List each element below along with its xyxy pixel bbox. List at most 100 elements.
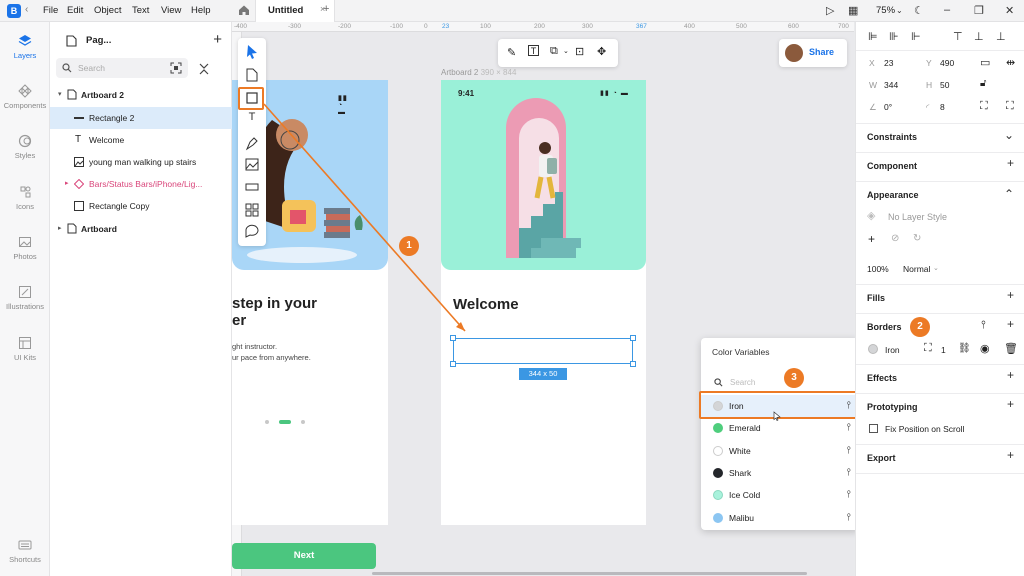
y-field[interactable]: 490	[940, 58, 954, 68]
rail-layers[interactable]: Layers	[0, 34, 50, 60]
border-width-field[interactable]: 1	[941, 345, 946, 355]
constraints-header[interactable]: Constraints	[867, 132, 917, 142]
horizontal-scrollbar[interactable]	[372, 572, 807, 575]
refresh-style-icon[interactable]: ↻	[913, 233, 921, 244]
rotation-field[interactable]: 0°	[884, 102, 892, 112]
expand-chevron-icon[interactable]: ▾	[58, 90, 62, 98]
home-icon[interactable]	[238, 4, 250, 16]
link-icon[interactable]: ⛓︎	[958, 343, 971, 354]
back-chevron-icon[interactable]: ‹	[25, 4, 28, 15]
page-selector[interactable]: Pag... +	[58, 30, 224, 52]
opacity-field[interactable]: 100%	[867, 264, 889, 274]
rail-icons[interactable]: Icons	[0, 185, 50, 211]
menu-text[interactable]: Text	[132, 5, 149, 16]
color-var-ice-cold[interactable]: Ice Cold ⫯	[701, 484, 859, 506]
fix-position-checkbox[interactable]	[869, 424, 878, 433]
adjust-icon[interactable]: ⫯	[847, 467, 851, 478]
add-style-icon[interactable]: +	[868, 232, 875, 246]
color-var-shark[interactable]: Shark ⫯	[701, 462, 859, 484]
add-export-icon[interactable]: +	[1007, 448, 1014, 462]
component-header[interactable]: Component	[867, 161, 917, 171]
lock-ratio-icon[interactable]: 🔓︎	[980, 78, 986, 89]
fills-header[interactable]: Fills	[867, 293, 885, 303]
zoom-level[interactable]: 75%	[876, 5, 895, 16]
layer-row[interactable]: T Welcome	[50, 129, 232, 151]
export-header[interactable]: Export	[867, 453, 896, 463]
collapse-all-icon[interactable]	[198, 63, 210, 75]
adjust-icon[interactable]: ⫯	[847, 422, 851, 433]
border-color-name[interactable]: Iron	[885, 345, 900, 355]
align-bottom-icon[interactable]: ⊥	[996, 30, 1006, 43]
resize-content-icon[interactable]: ▭	[980, 56, 990, 69]
rail-illustrations[interactable]: Illustrations	[0, 285, 50, 311]
rail-shortcuts[interactable]: Shortcuts	[0, 538, 50, 564]
adjust-icon[interactable]: ⫯	[847, 512, 851, 523]
rail-photos[interactable]: Photos	[0, 235, 50, 261]
add-effect-icon[interactable]: +	[1007, 368, 1014, 382]
border-color-swatch[interactable]	[868, 344, 878, 354]
effects-header[interactable]: Effects	[867, 373, 897, 383]
blend-chevron-icon[interactable]: ⌄	[933, 264, 939, 272]
align-top-icon[interactable]: ⊤	[953, 30, 963, 43]
chevron-up-icon[interactable]: ⌃	[1004, 187, 1014, 201]
color-var-malibu[interactable]: Malibu ⫯	[701, 507, 859, 529]
corners-icon[interactable]: ⛶	[980, 100, 988, 113]
color-var-white[interactable]: White ⫯	[701, 440, 859, 462]
minimize-icon[interactable]: –	[944, 4, 950, 16]
layer-search-field[interactable]: Search	[56, 58, 188, 78]
add-fill-icon[interactable]: +	[1007, 288, 1014, 302]
adjust-icon[interactable]: ⫯	[847, 489, 851, 500]
rail-ui-kits[interactable]: UI Kits	[0, 336, 50, 362]
trash-icon[interactable]: 🗑︎	[1004, 342, 1018, 355]
zoom-chevron-icon[interactable]: ⌄	[896, 6, 903, 15]
play-icon[interactable]: ▷	[826, 4, 834, 17]
border-position-icon[interactable]: ⛶	[924, 342, 932, 355]
borders-header[interactable]: Borders	[867, 322, 902, 332]
expand-chevron-icon[interactable]: ▸	[58, 224, 62, 232]
layer-row[interactable]: ▸ Bars/Status Bars/iPhone/Lig...	[50, 173, 232, 195]
layer-row[interactable]: ▸ Artboard	[50, 218, 232, 240]
close-window-icon[interactable]: ✕	[1005, 4, 1014, 17]
visibility-eye-icon[interactable]: ◉	[980, 342, 990, 355]
adjust-icon[interactable]: ⫯	[847, 445, 851, 456]
add-page-icon[interactable]: +	[213, 31, 222, 48]
menu-help[interactable]: Help	[191, 5, 211, 16]
w-field[interactable]: 344	[884, 80, 898, 90]
prototyping-header[interactable]: Prototyping	[867, 402, 918, 412]
flip-icon[interactable]: ⇹	[1006, 56, 1015, 69]
new-tab-icon[interactable]: +	[323, 3, 329, 15]
border-settings-icon[interactable]: ⫯	[981, 319, 986, 332]
scan-icon[interactable]	[170, 62, 182, 74]
expand-chevron-icon[interactable]: ▸	[65, 179, 69, 187]
layer-style-select[interactable]: ◈ No Layer Style	[867, 209, 967, 225]
dark-mode-icon[interactable]: ☾	[914, 4, 924, 17]
blend-mode-select[interactable]: Normal	[903, 264, 930, 274]
add-border-icon[interactable]: +	[1007, 317, 1014, 331]
x-field[interactable]: 23	[884, 58, 893, 68]
app-logo-icon[interactable]: B	[7, 4, 21, 18]
align-right-icon[interactable]: ⊩	[911, 30, 921, 43]
smooth-corners-icon[interactable]: ⛶	[1006, 100, 1014, 113]
add-icon[interactable]: +	[1007, 156, 1014, 170]
grid-view-icon[interactable]: ▦	[848, 4, 858, 17]
color-search-field[interactable]: Search	[712, 374, 848, 392]
layer-row-selected[interactable]: Rectangle 2	[50, 107, 232, 129]
rail-components[interactable]: Components	[0, 84, 50, 110]
radius-field[interactable]: 8	[940, 102, 945, 112]
align-center-icon[interactable]: ⊪	[889, 30, 899, 43]
layer-row[interactable]: ▾ Artboard 2	[50, 84, 232, 106]
h-field[interactable]: 50	[940, 80, 949, 90]
add-prototype-icon[interactable]: +	[1007, 397, 1014, 411]
rail-styles[interactable]: Styles	[0, 134, 50, 160]
chevron-down-icon[interactable]: ⌄	[1004, 128, 1014, 142]
layer-row[interactable]: Rectangle Copy	[50, 195, 232, 217]
menu-object[interactable]: Object	[94, 5, 121, 16]
layer-row[interactable]: young man walking up stairs	[50, 151, 232, 173]
maximize-icon[interactable]: ❐	[974, 4, 984, 17]
menu-edit[interactable]: Edit	[67, 5, 83, 16]
align-left-icon[interactable]: ⊫	[868, 30, 878, 43]
check-style-icon[interactable]: ⊘	[891, 233, 899, 244]
menu-view[interactable]: View	[161, 5, 181, 16]
align-middle-icon[interactable]: ⊥	[974, 30, 984, 43]
appearance-header[interactable]: Appearance	[867, 190, 919, 200]
